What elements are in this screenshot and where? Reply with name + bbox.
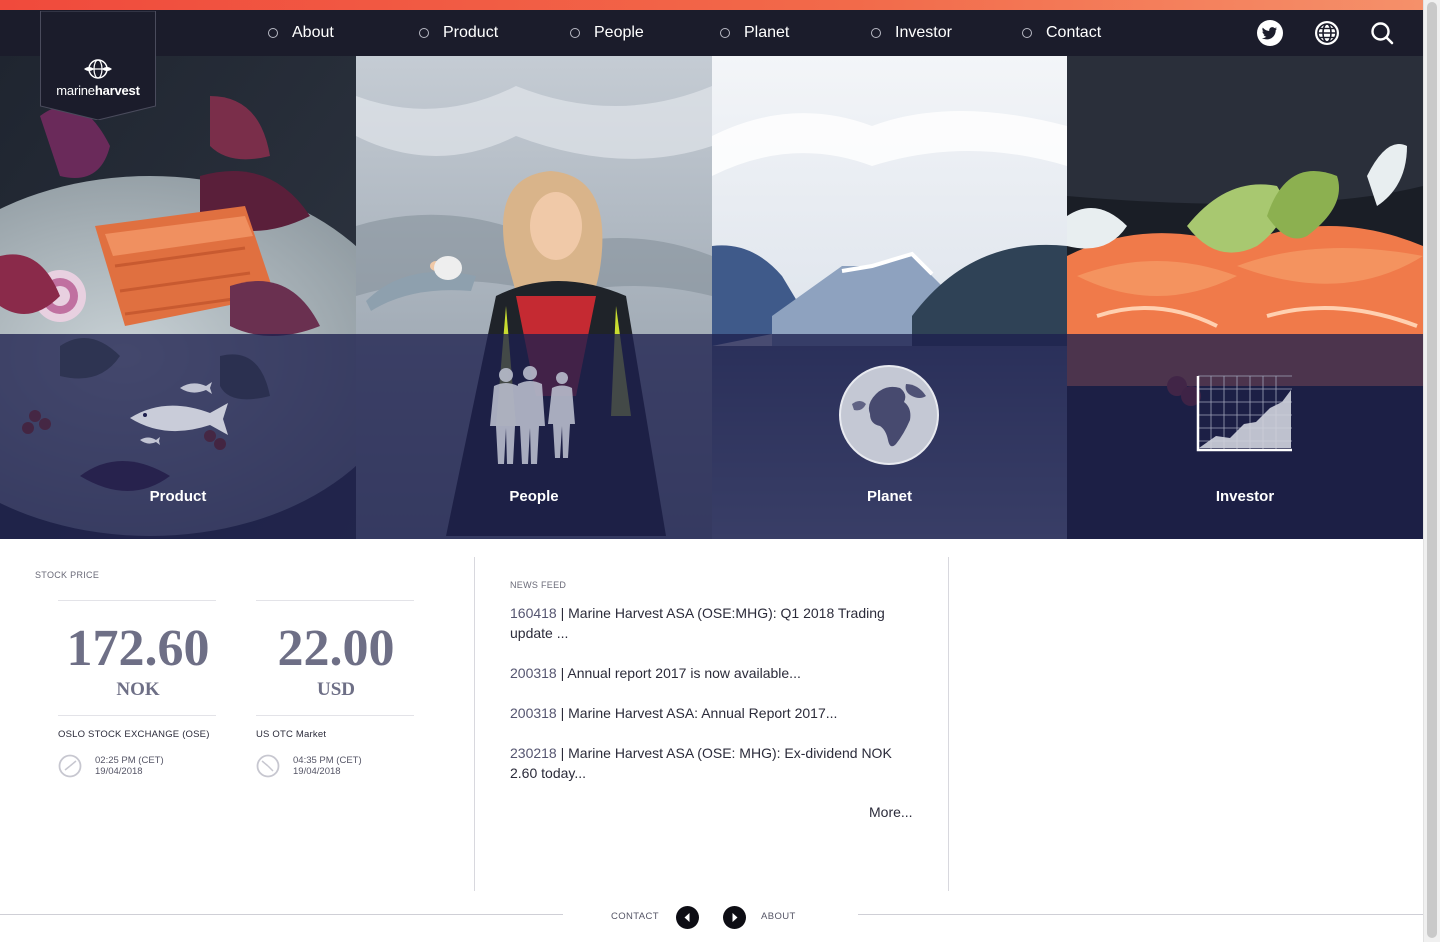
nav-item-investor[interactable]: Investor <box>871 10 952 56</box>
search-icon[interactable] <box>1368 19 1396 47</box>
news-date-code: 230218 <box>510 745 557 761</box>
fish-icon <box>130 382 228 445</box>
stock-time: 02:25 PM (CET) <box>95 755 164 766</box>
arrow-right-icon <box>732 913 738 922</box>
arrow-left-icon <box>684 913 690 922</box>
stock-currency: USD <box>316 679 355 700</box>
nav-bullet-icon <box>871 28 881 38</box>
hero-tiles: Product People Planet Investor <box>0 56 1423 539</box>
nav-label: People <box>594 24 644 41</box>
tile-investor[interactable]: Investor <box>1067 56 1423 539</box>
brand-wordmark: marineharvest <box>40 83 156 98</box>
twitter-icon[interactable] <box>1256 19 1284 47</box>
divider <box>58 715 216 716</box>
tile-label: Product <box>149 488 207 505</box>
stock-time: 04:35 PM (CET) <box>293 755 362 766</box>
column-divider <box>474 557 475 891</box>
earth-icon <box>839 365 939 465</box>
column-divider <box>948 557 949 891</box>
nav-bullet-icon <box>419 28 429 38</box>
news-date-code: 200318 <box>510 705 557 721</box>
stock-quote-usd: 22.00 USD US OTC Market 04:35 PM (CET) 1… <box>256 600 416 778</box>
news-date-code: 200318 <box>510 665 557 681</box>
news-item[interactable]: 200318 | Marine Harvest ASA: Annual Repo… <box>510 703 920 723</box>
tile-people[interactable]: People <box>356 56 712 539</box>
stock-timestamp: 04:35 PM (CET) 19/04/2018 <box>256 754 416 778</box>
news-date-code: 160418 <box>510 605 557 621</box>
news-item[interactable]: 200318 | Annual report 2017 is now avail… <box>510 663 920 683</box>
footer-prev-label[interactable]: CONTACT <box>611 911 659 922</box>
stock-date: 19/04/2018 <box>293 766 341 777</box>
stock-timestamp: 02:25 PM (CET) 19/04/2018 <box>58 754 218 778</box>
nav-item-people[interactable]: People <box>570 10 644 56</box>
stock-section-title: STOCK PRICE <box>35 570 100 580</box>
tile-product[interactable]: Product <box>0 56 356 539</box>
clock-icon <box>58 754 82 778</box>
stock-exchange-name: US OTC Market <box>256 729 327 740</box>
tile-label: Investor <box>1215 488 1275 505</box>
stock-value: 172.60 <box>66 620 210 677</box>
next-page-button[interactable] <box>723 906 746 929</box>
divider <box>256 600 414 601</box>
nav-label: Planet <box>744 24 790 41</box>
nav-bullet-icon <box>570 28 580 38</box>
logo-shield-shape <box>40 11 156 120</box>
nav-bullet-icon <box>720 28 730 38</box>
tile-label: Planet <box>866 488 912 505</box>
stock-date: 19/04/2018 <box>95 766 143 777</box>
nav-item-planet[interactable]: Planet <box>720 10 789 56</box>
page-scrollbar[interactable] <box>1423 0 1440 942</box>
stock-currency: NOK <box>116 679 160 700</box>
news-headline: | Marine Harvest ASA (OSE:MHG): Q1 2018 … <box>510 605 885 641</box>
stock-exchange-name: OSLO STOCK EXCHANGE (OSE) <box>58 729 210 740</box>
news-item[interactable]: 230218 | Marine Harvest ASA (OSE: MHG): … <box>510 743 920 783</box>
news-headline: | Marine Harvest ASA (OSE: MHG): Ex-divi… <box>510 745 892 781</box>
brand-name-light: marine <box>56 83 95 98</box>
top-accent-stripe <box>0 0 1423 10</box>
footer-rule-left <box>0 914 563 915</box>
nav-label: About <box>292 24 334 41</box>
clock-icon <box>256 754 280 778</box>
people-silhouette-icon <box>490 366 575 464</box>
prev-page-button[interactable] <box>676 906 699 929</box>
news-headline: | Annual report 2017 is now available... <box>556 665 801 681</box>
stock-quote-nok: 172.60 NOK OSLO STOCK EXCHANGE (OSE) 02:… <box>58 600 218 778</box>
nav-bullet-icon <box>1022 28 1032 38</box>
nav-item-about[interactable]: About <box>268 10 334 56</box>
divider <box>58 600 216 601</box>
footer-next-label[interactable]: ABOUT <box>761 911 796 922</box>
scrollbar-thumb[interactable] <box>1427 2 1437 938</box>
brand-logo[interactable]: marineharvest <box>40 11 156 120</box>
nav-label: Contact <box>1046 24 1102 41</box>
brand-name-bold: harvest <box>94 83 140 98</box>
tile-label: People <box>509 488 559 505</box>
stock-value: 22.00 <box>277 620 395 677</box>
news-more-link[interactable]: More... <box>869 804 913 820</box>
main-navbar: About Product People Planet Investor Con… <box>0 10 1423 56</box>
news-headline: | Marine Harvest ASA: Annual Report 2017… <box>556 705 838 721</box>
news-list: 160418 | Marine Harvest ASA (OSE:MHG): Q… <box>510 603 920 803</box>
news-item[interactable]: 160418 | Marine Harvest ASA (OSE:MHG): Q… <box>510 603 920 643</box>
growth-chart-icon <box>1196 375 1292 452</box>
footer-rule-right <box>858 914 1423 915</box>
globe-icon[interactable] <box>1313 19 1341 47</box>
tile-planet[interactable]: Planet <box>712 56 1067 539</box>
nav-item-product[interactable]: Product <box>419 10 498 56</box>
news-section-title: NEWS FEED <box>510 580 567 590</box>
nav-bullet-icon <box>268 28 278 38</box>
nav-item-contact[interactable]: Contact <box>1022 10 1101 56</box>
nav-label: Investor <box>895 24 952 41</box>
divider <box>256 715 414 716</box>
nav-label: Product <box>443 24 499 41</box>
